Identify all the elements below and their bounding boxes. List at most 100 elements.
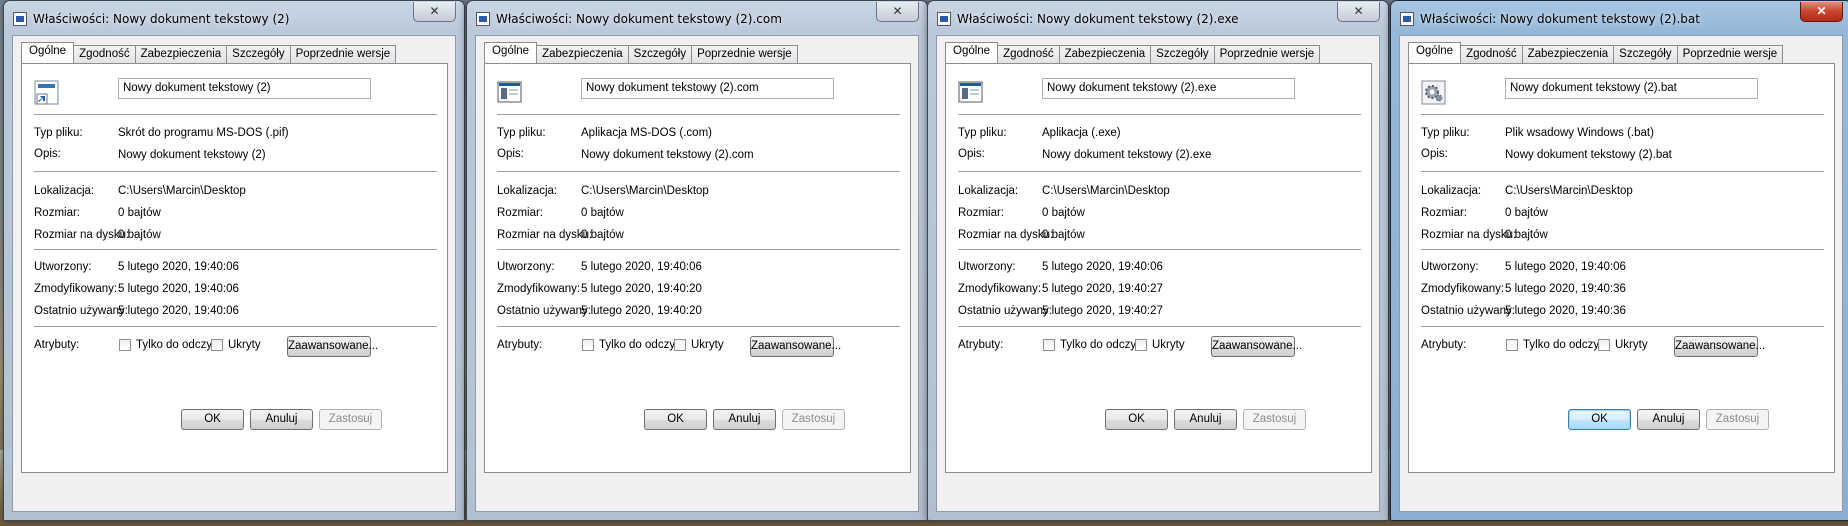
size-on-disk-label: Rozmiar na dysku:	[958, 229, 1054, 241]
file-name-field[interactable]: Nowy dokument tekstowy (2).exe	[1042, 78, 1295, 99]
separator	[497, 326, 900, 328]
title-bar[interactable]: Właściwości: Nowy dokument tekstowy (2).…	[1391, 1, 1848, 35]
shortcut-icon	[34, 80, 59, 105]
tab-zgodność[interactable]: Zgodność	[997, 45, 1060, 63]
readonly-label[interactable]: Tylko do odczytu	[1523, 339, 1609, 351]
file-type-label: Typ pliku:	[1421, 127, 1470, 139]
separator	[958, 171, 1361, 173]
accessed-label: Ostatnio używany:	[1421, 305, 1515, 317]
tab-zabezpieczenia[interactable]: Zabezpieczenia	[1058, 45, 1152, 63]
description-value: Nowy dokument tekstowy (2).com	[581, 149, 754, 161]
file-name-field[interactable]: Nowy dokument tekstowy (2).bat	[1505, 78, 1758, 99]
advanced-button[interactable]: Zaawansowane...	[750, 336, 841, 357]
hidden-label[interactable]: Ukryty	[1152, 339, 1185, 351]
size-on-disk-label: Rozmiar na dysku:	[497, 229, 593, 241]
apply-button[interactable]: Zastosuj	[782, 409, 845, 430]
title-bar[interactable]: Właściwości: Nowy dokument tekstowy (2).…	[928, 1, 1388, 35]
tab-zabezpieczenia[interactable]: Zabezpieczenia	[1521, 45, 1615, 63]
location-label: Lokalizacja:	[958, 185, 1019, 197]
ok-button[interactable]: OK	[1105, 409, 1168, 430]
apply-button[interactable]: Zastosuj	[319, 409, 382, 430]
readonly-label[interactable]: Tylko do odczytu	[599, 339, 685, 351]
tab-poprzednie-wersje[interactable]: Poprzednie wersje	[1213, 45, 1321, 63]
hidden-label[interactable]: Ukryty	[228, 339, 261, 351]
tab-szczegóły[interactable]: Szczegóły	[627, 45, 693, 63]
file-name-field[interactable]: Nowy dokument tekstowy (2)	[118, 78, 371, 99]
tab-ogólne[interactable]: Ogólne	[484, 42, 538, 63]
advanced-button[interactable]: Zaawansowane...	[1674, 336, 1765, 357]
tab-zabezpieczenia[interactable]: Zabezpieczenia	[536, 45, 629, 63]
cancel-button[interactable]: Anuluj	[1174, 409, 1237, 430]
location-label: Lokalizacja:	[1421, 185, 1482, 197]
apply-button[interactable]: Zastosuj	[1706, 409, 1769, 430]
tab-szczegóły[interactable]: Szczegóły	[1613, 45, 1678, 63]
created-value: 5 lutego 2020, 19:40:06	[581, 261, 702, 273]
readonly-checkbox[interactable]	[582, 339, 594, 351]
advanced-button[interactable]: Zaawansowane...	[1211, 336, 1302, 357]
file-type-label: Typ pliku:	[34, 127, 83, 139]
modified-value: 5 lutego 2020, 19:40:36	[1505, 283, 1626, 295]
description-label: Opis:	[958, 148, 985, 160]
close-button[interactable]: ✕	[1800, 2, 1843, 22]
hidden-checkbox[interactable]	[211, 339, 223, 351]
tab-zabezpieczenia[interactable]: Zabezpieczenia	[134, 45, 228, 63]
description-label: Opis:	[34, 148, 61, 160]
tab-ogólne[interactable]: Ogólne	[945, 42, 999, 63]
tab-strip: Ogólne Zgodność Zabezpieczenia Szczegóły Pop…	[21, 42, 397, 63]
cancel-button[interactable]: Anuluj	[713, 409, 776, 430]
close-button[interactable]: ✕	[1337, 2, 1380, 22]
apply-button[interactable]: Zastosuj	[1243, 409, 1306, 430]
readonly-checkbox[interactable]	[1043, 339, 1055, 351]
file-type-value: Plik wsadowy Windows (.bat)	[1505, 127, 1654, 139]
ok-button[interactable]: OK	[1568, 409, 1631, 430]
cancel-button[interactable]: Anuluj	[250, 409, 313, 430]
title-bar[interactable]: Właściwości: Nowy dokument tekstowy (2).…	[467, 1, 927, 35]
hidden-label[interactable]: Ukryty	[1615, 339, 1648, 351]
batch-gear-icon	[1421, 80, 1446, 105]
tab-poprzednie-wersje[interactable]: Poprzednie wersje	[289, 45, 397, 63]
hidden-checkbox[interactable]	[1598, 339, 1610, 351]
accessed-label: Ostatnio używany:	[497, 305, 591, 317]
file-name-field[interactable]: Nowy dokument tekstowy (2).com	[581, 78, 834, 99]
tab-ogólne[interactable]: Ogólne	[1408, 42, 1462, 63]
ok-button[interactable]: OK	[181, 409, 244, 430]
title-bar[interactable]: Właściwości: Nowy dokument tekstowy (2) …	[4, 1, 464, 35]
attributes-label: Atrybuty:	[34, 339, 80, 351]
hidden-label[interactable]: Ukryty	[691, 339, 724, 351]
file-type-value: Aplikacja MS-DOS (.com)	[581, 127, 712, 139]
close-button[interactable]: ✕	[876, 2, 919, 22]
readonly-label[interactable]: Tylko do odczytu	[136, 339, 222, 351]
tab-ogólne[interactable]: Ogólne	[21, 42, 75, 63]
tab-poprzednie-wersje[interactable]: Poprzednie wersje	[1676, 45, 1784, 63]
tab-zgodność[interactable]: Zgodność	[73, 45, 136, 63]
separator	[1421, 326, 1824, 328]
advanced-button[interactable]: Zaawansowane...	[287, 336, 378, 357]
separator	[958, 249, 1361, 251]
size-on-disk-value: 0 bajtów	[118, 229, 161, 241]
modified-value: 5 lutego 2020, 19:40:27	[1042, 283, 1163, 295]
tab-szczegóły[interactable]: Szczegóły	[226, 45, 291, 63]
created-label: Utworzony:	[34, 261, 92, 273]
separator	[34, 171, 437, 173]
application-window-icon	[497, 80, 522, 105]
window-icon	[13, 12, 27, 26]
readonly-checkbox[interactable]	[1506, 339, 1518, 351]
readonly-label[interactable]: Tylko do odczytu	[1060, 339, 1146, 351]
size-label: Rozmiar:	[34, 207, 81, 219]
readonly-checkbox[interactable]	[119, 339, 131, 351]
created-label: Utworzony:	[1421, 261, 1479, 273]
hidden-checkbox[interactable]	[674, 339, 686, 351]
separator	[497, 171, 900, 173]
size-label: Rozmiar:	[497, 207, 544, 219]
modified-label: Zmodyfikowany:	[34, 283, 118, 295]
window-title: Właściwości: Nowy dokument tekstowy (2).…	[1420, 12, 1700, 26]
hidden-checkbox[interactable]	[1135, 339, 1147, 351]
tab-poprzednie-wersje[interactable]: Poprzednie wersje	[691, 45, 798, 63]
ok-button[interactable]: OK	[644, 409, 707, 430]
tab-zgodność[interactable]: Zgodność	[1460, 45, 1523, 63]
tab-szczegóły[interactable]: Szczegóły	[1150, 45, 1215, 63]
close-button[interactable]: ✕	[413, 2, 456, 22]
modified-label: Zmodyfikowany:	[958, 283, 1042, 295]
description-value: Nowy dokument tekstowy (2).exe	[1042, 149, 1212, 161]
cancel-button[interactable]: Anuluj	[1637, 409, 1700, 430]
